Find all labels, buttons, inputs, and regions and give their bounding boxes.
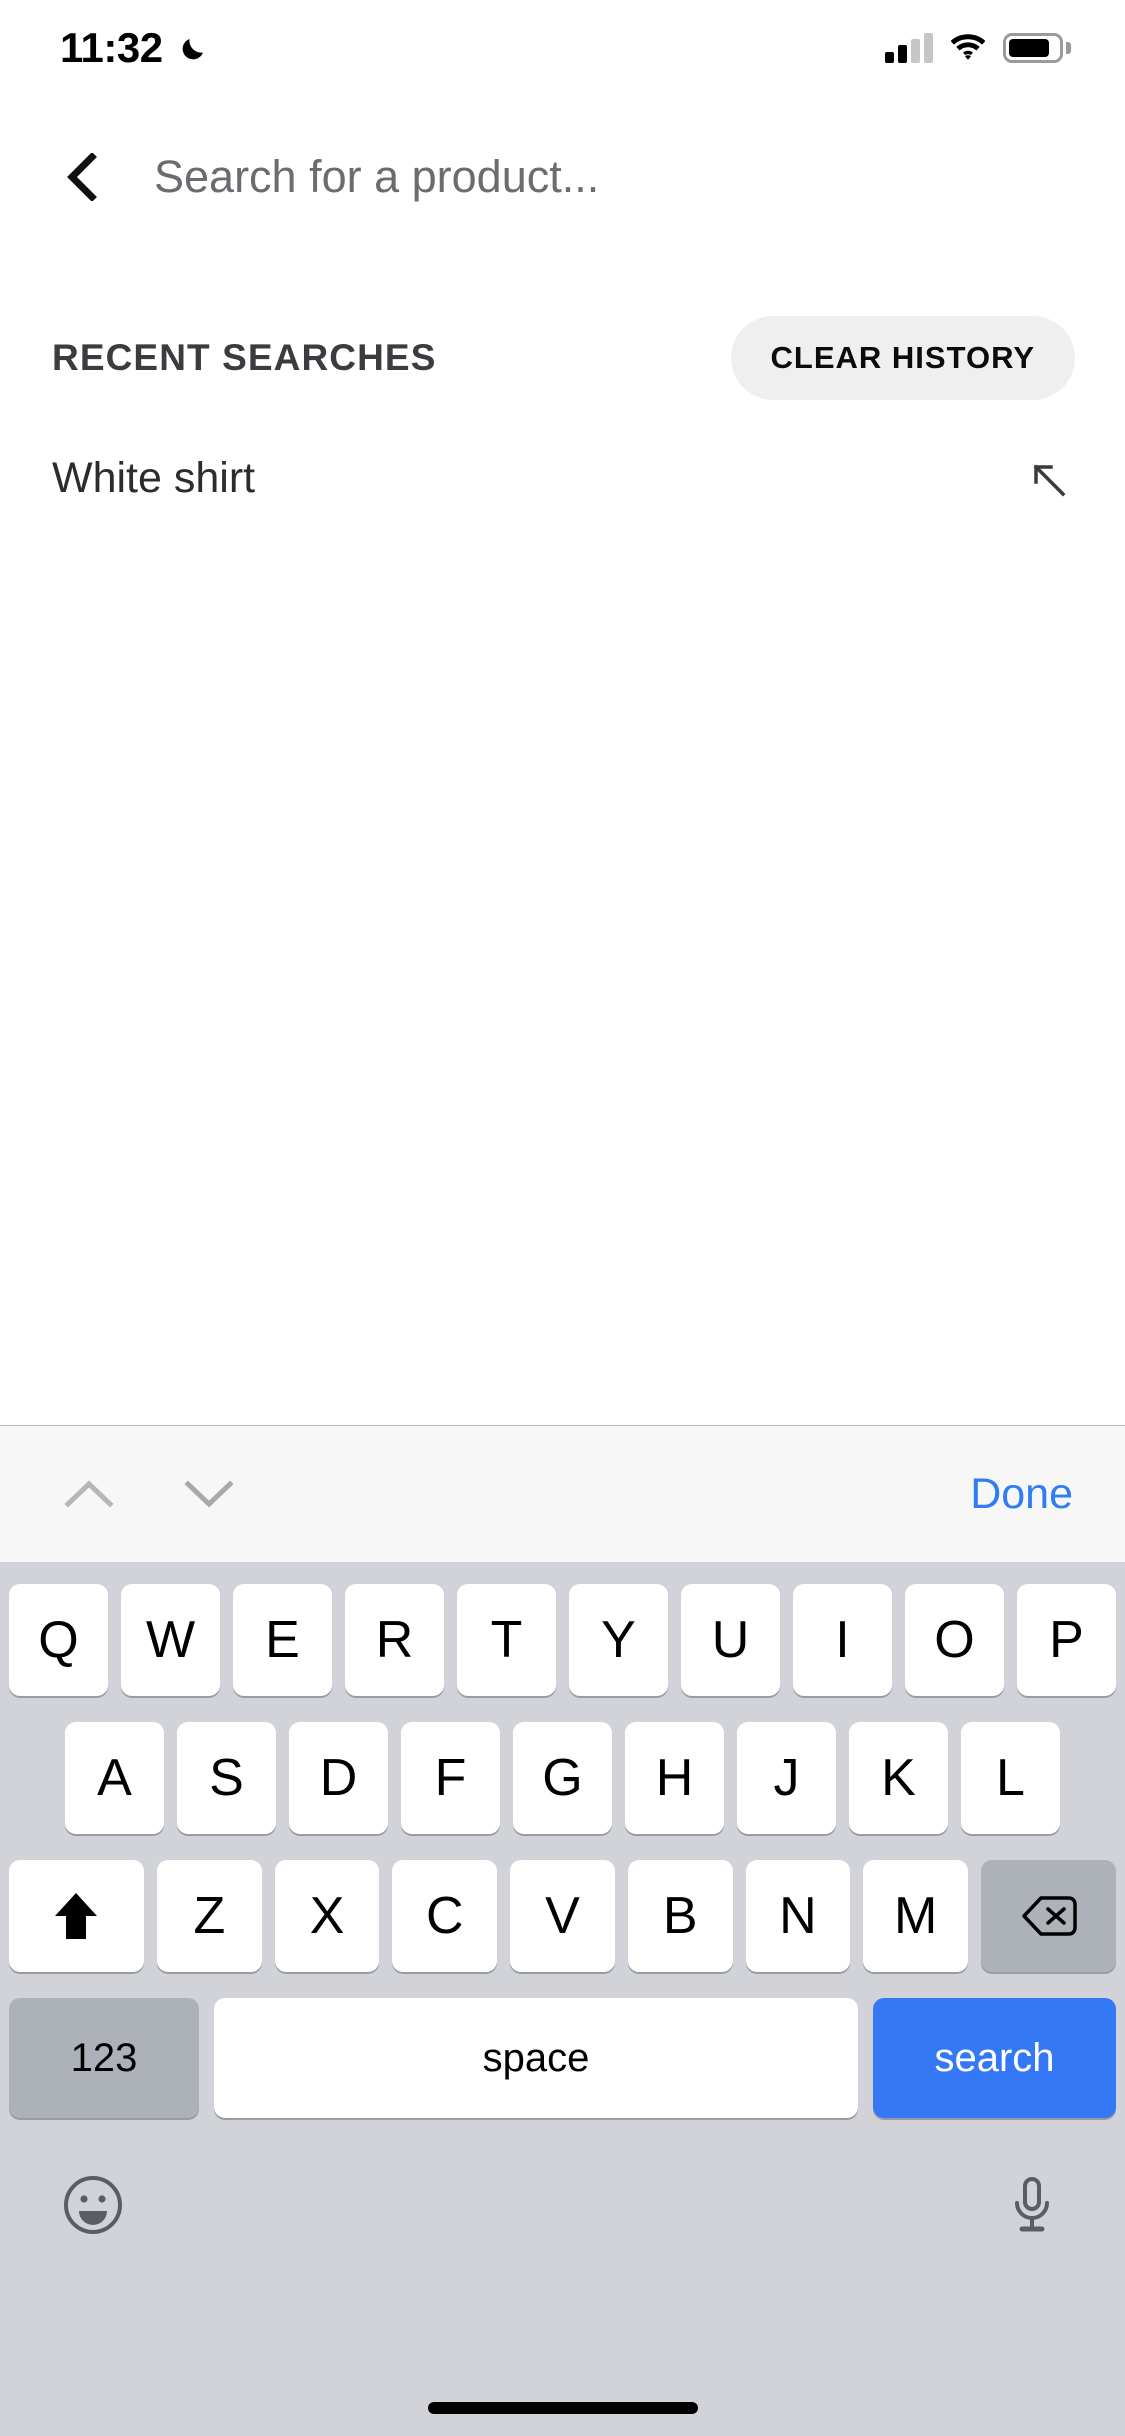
key-m[interactable]: M bbox=[863, 1860, 969, 1972]
key-q[interactable]: Q bbox=[9, 1584, 108, 1696]
chevron-left-icon bbox=[67, 153, 97, 201]
chevron-down-icon bbox=[184, 1480, 234, 1508]
key-x[interactable]: X bbox=[274, 1860, 380, 1972]
keyboard-row-3: Z X C V B N M bbox=[0, 1860, 1125, 1972]
backspace-icon bbox=[1021, 1896, 1077, 1936]
status-time: 11:32 bbox=[60, 24, 163, 71]
key-j[interactable]: J bbox=[737, 1722, 836, 1834]
key-a[interactable]: A bbox=[65, 1722, 164, 1834]
home-indicator bbox=[427, 2402, 698, 2414]
key-f[interactable]: F bbox=[401, 1722, 500, 1834]
key-s[interactable]: S bbox=[177, 1722, 276, 1834]
key-p[interactable]: P bbox=[1017, 1584, 1116, 1696]
dictation-key[interactable] bbox=[1001, 2174, 1063, 2236]
key-i[interactable]: I bbox=[793, 1584, 892, 1696]
key-t[interactable]: T bbox=[457, 1584, 556, 1696]
content-area: RECENT SEARCHES CLEAR HISTORY White shir… bbox=[0, 258, 1125, 1425]
key-g[interactable]: G bbox=[513, 1722, 612, 1834]
key-l[interactable]: L bbox=[961, 1722, 1060, 1834]
wifi-icon bbox=[949, 33, 987, 63]
key-u[interactable]: U bbox=[681, 1584, 780, 1696]
key-y[interactable]: Y bbox=[569, 1584, 668, 1696]
battery-icon bbox=[1003, 33, 1071, 63]
done-button[interactable]: Done bbox=[970, 1470, 1073, 1519]
keyboard-row-1: Q W E R T Y U I O P bbox=[0, 1584, 1125, 1696]
previous-field-button[interactable] bbox=[52, 1457, 126, 1531]
search-input[interactable] bbox=[154, 151, 1075, 203]
numbers-key[interactable]: 123 bbox=[9, 1998, 199, 2118]
search-header bbox=[0, 96, 1125, 258]
next-field-button[interactable] bbox=[172, 1457, 246, 1531]
arrow-up-left-icon[interactable] bbox=[1027, 458, 1069, 500]
emoji-smiley-icon bbox=[64, 2176, 122, 2234]
keyboard-bottom-bar bbox=[0, 2144, 1125, 2236]
key-w[interactable]: W bbox=[121, 1584, 220, 1696]
recent-searches-header: RECENT SEARCHES CLEAR HISTORY bbox=[0, 264, 1125, 400]
chevron-up-icon bbox=[64, 1480, 114, 1508]
recent-search-label: White shirt bbox=[52, 454, 256, 502]
keyboard-accessory-bar: Done bbox=[0, 1425, 1125, 1562]
search-screen: 11:32 Search for a product... RECENT SEA… bbox=[0, 0, 1125, 2436]
emoji-key[interactable] bbox=[62, 2174, 124, 2236]
key-k[interactable]: K bbox=[849, 1722, 948, 1834]
recent-searches-panel: RECENT SEARCHES CLEAR HISTORY White shir… bbox=[0, 258, 1125, 1425]
key-d[interactable]: D bbox=[289, 1722, 388, 1834]
keyboard-row-4: 123 space search bbox=[0, 1998, 1125, 2118]
status-bar-right bbox=[885, 33, 1071, 63]
status-bar-left: 11:32 bbox=[60, 24, 211, 72]
key-c[interactable]: C bbox=[392, 1860, 498, 1972]
key-r[interactable]: R bbox=[345, 1584, 444, 1696]
shift-icon bbox=[55, 1893, 98, 1939]
microphone-icon bbox=[1015, 2177, 1049, 2232]
key-n[interactable]: N bbox=[745, 1860, 851, 1972]
key-z[interactable]: Z bbox=[156, 1860, 262, 1972]
page-title: RECENT SEARCHES bbox=[52, 337, 437, 378]
key-o[interactable]: O bbox=[905, 1584, 1004, 1696]
key-b[interactable]: B bbox=[627, 1860, 733, 1972]
clear-history-button[interactable]: CLEAR HISTORY bbox=[730, 316, 1075, 400]
field-navigation bbox=[52, 1457, 246, 1531]
search-return-key[interactable]: search bbox=[873, 1998, 1116, 2118]
list-item[interactable]: White shirt bbox=[0, 400, 1125, 503]
backspace-key[interactable] bbox=[981, 1860, 1117, 1972]
key-e[interactable]: E bbox=[233, 1584, 332, 1696]
keyboard-row-2: A S D F G H J K L bbox=[0, 1722, 1125, 1834]
moon-icon bbox=[177, 31, 211, 65]
status-bar: 11:32 bbox=[0, 0, 1125, 96]
key-v[interactable]: V bbox=[510, 1860, 615, 1972]
space-key[interactable]: space bbox=[214, 1998, 858, 2118]
back-button[interactable] bbox=[50, 146, 112, 208]
shift-key[interactable] bbox=[8, 1860, 144, 1972]
key-h[interactable]: H bbox=[625, 1722, 724, 1834]
cellular-signal-icon bbox=[885, 33, 933, 63]
on-screen-keyboard: Q W E R T Y U I O P A S D F G H J K L Z … bbox=[0, 1562, 1125, 2436]
